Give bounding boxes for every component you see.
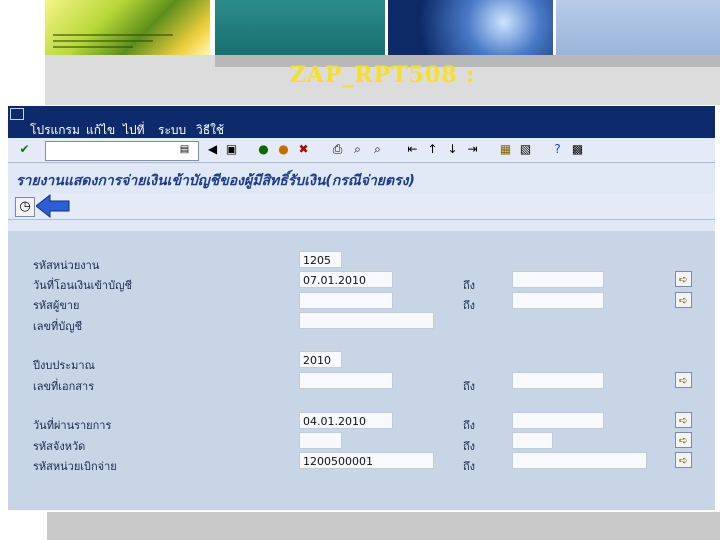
dropdown-icon[interactable]: ▤ — [177, 142, 192, 157]
vendor-code-label: รหัสผู้ขาย — [33, 299, 80, 312]
clock-execute-icon: ◷ — [19, 199, 31, 214]
account-number-field[interactable] — [299, 312, 434, 329]
layout-icon[interactable]: ▩ — [570, 142, 585, 157]
banner-thumbnail-lightblue — [556, 0, 720, 55]
to-label: ถึง — [463, 440, 476, 453]
vendor-code-to-field[interactable] — [512, 292, 604, 309]
multiple-selection-button[interactable]: ➪ — [675, 432, 692, 448]
arrow-pointer-icon — [36, 194, 70, 218]
arrow-right-icon: ➪ — [678, 273, 689, 286]
find-icon[interactable]: ⌕ — [350, 142, 365, 157]
disbursement-unit-from-field[interactable]: 1200500001 — [299, 452, 434, 469]
next-page-icon[interactable]: ↓ — [445, 142, 460, 157]
save-icon[interactable]: ▣ — [224, 142, 239, 157]
shortcut-icon[interactable]: ▧ — [518, 142, 533, 157]
transfer-date-label: วันที่โอนเงินเข้าบัญชี — [33, 279, 132, 292]
multiple-selection-button[interactable]: ➪ — [675, 292, 692, 308]
application-toolbar — [8, 193, 715, 220]
province-code-from-field[interactable] — [299, 432, 342, 449]
print-icon[interactable]: ⎙ — [330, 142, 345, 157]
account-number-label: เลขที่บัญชี — [33, 320, 83, 333]
arrow-right-icon: ➪ — [678, 434, 689, 447]
cancel-icon[interactable]: ✖ — [296, 142, 311, 157]
slide-title: ZAP_RPT508 : — [289, 62, 476, 88]
posting-date-to-field[interactable] — [512, 412, 604, 429]
window-menu-icon[interactable] — [10, 108, 24, 120]
vendor-code-from-field[interactable] — [299, 292, 393, 309]
document-number-from-field[interactable] — [299, 372, 393, 389]
transfer-date-from-field[interactable]: 07.01.2010 — [299, 271, 393, 288]
banner-thumbnail-blue — [388, 0, 553, 55]
arrow-right-icon: ➪ — [678, 454, 689, 467]
to-label: ถึง — [463, 380, 476, 393]
disbursement-unit-label: รหัสหน่วยเบิกจ่าย — [33, 460, 117, 473]
exit-icon[interactable]: ● — [276, 142, 291, 157]
back-arrow-icon[interactable]: ◀ — [205, 142, 220, 157]
multiple-selection-button[interactable]: ➪ — [675, 372, 692, 388]
multiple-selection-button[interactable]: ➪ — [675, 412, 692, 428]
to-label: ถึง — [463, 460, 476, 473]
fiscal-year-label: ปีงบประมาณ — [33, 359, 95, 372]
create-session-icon[interactable]: ▦ — [498, 142, 513, 157]
arrow-right-icon: ➪ — [678, 414, 689, 427]
to-label: ถึง — [463, 299, 476, 312]
transfer-date-to-field[interactable] — [512, 271, 604, 288]
posting-date-label: วันที่ผ่านรายการ — [33, 419, 112, 432]
arrow-right-icon: ➪ — [678, 374, 689, 387]
last-page-icon[interactable]: ⇥ — [465, 142, 480, 157]
slide-footer-bar — [47, 512, 720, 540]
help-icon[interactable]: ? — [550, 142, 565, 157]
agency-code-label: รหัสหน่วยงาน — [33, 259, 100, 272]
province-code-to-field[interactable] — [512, 432, 553, 449]
document-number-label: เลขที่เอกสาร — [33, 380, 95, 393]
back-icon[interactable]: ● — [256, 142, 271, 157]
first-page-icon[interactable]: ⇤ — [405, 142, 420, 157]
to-label: ถึง — [463, 279, 476, 292]
screen-title: รายงานแสดงการจ่ายเงินเข้าบัญชีของผู้มีสิ… — [16, 173, 415, 189]
to-label: ถึง — [463, 419, 476, 432]
find-next-icon[interactable]: ⌕ — [370, 142, 385, 157]
province-code-label: รหัสจังหวัด — [33, 440, 86, 453]
execute-button[interactable]: ◷ — [15, 197, 35, 217]
document-number-to-field[interactable] — [512, 372, 604, 389]
banner-thumbnail-teal — [215, 0, 385, 55]
banner-thumbnail-green — [45, 0, 210, 55]
command-field[interactable] — [45, 141, 199, 161]
agency-code-field[interactable]: 1205 — [299, 251, 342, 268]
multiple-selection-button[interactable]: ➪ — [675, 271, 692, 287]
previous-page-icon[interactable]: ↑ — [425, 142, 440, 157]
arrow-right-icon: ➪ — [678, 294, 689, 307]
fiscal-year-field[interactable]: 2010 — [299, 351, 342, 368]
posting-date-from-field[interactable]: 04.01.2010 — [299, 412, 393, 429]
multiple-selection-button[interactable]: ➪ — [675, 452, 692, 468]
disbursement-unit-to-field[interactable] — [512, 452, 647, 469]
enter-icon[interactable]: ✔ — [17, 142, 32, 157]
